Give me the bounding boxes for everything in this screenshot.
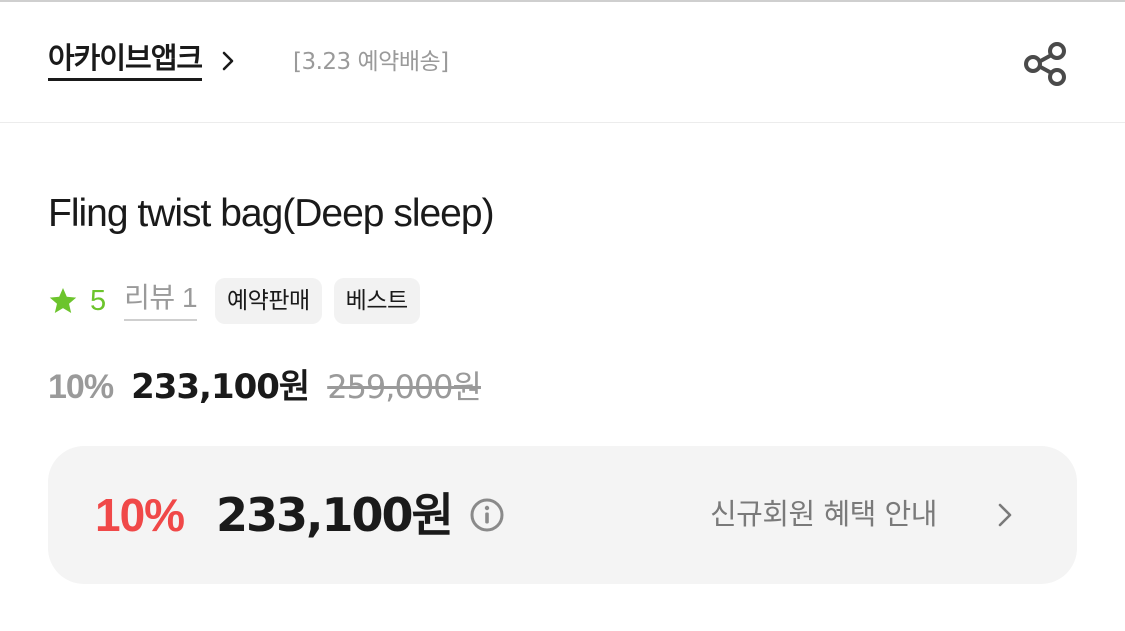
star-icon <box>48 286 78 316</box>
price-row: 10% 233,100원 259,000원 <box>48 362 482 412</box>
review-link[interactable]: 리뷰 1 <box>124 281 198 321</box>
badge-preorder: 예약판매 <box>215 278 322 324</box>
member-discount-rate: 10% <box>95 489 185 541</box>
original-price: 259,000원 <box>327 368 482 406</box>
info-icon[interactable] <box>469 497 505 533</box>
member-guide-link[interactable]: 신규회원 혜택 안내 <box>710 494 937 534</box>
header: 아카이브앱크 [3.23 예약배송] <box>0 2 1125 123</box>
brand-name[interactable]: 아카이브앱크 <box>48 40 203 81</box>
member-price: 233,100원 <box>216 488 454 542</box>
chevron-right-icon <box>996 501 1014 529</box>
chevron-right-icon <box>220 49 236 73</box>
brand-link[interactable]: 아카이브앱크 <box>48 40 236 81</box>
sale-price: 233,100원 <box>131 367 310 407</box>
brand-note: [3.23 예약배송] <box>293 49 449 75</box>
member-benefit-banner[interactable]: 10% 233,100원 신규회원 혜택 안내 <box>48 446 1077 584</box>
discount-rate: 10% <box>48 368 114 406</box>
badge-best: 베스트 <box>333 278 420 324</box>
product-title: Fling twist bag(Deep sleep) <box>48 192 495 235</box>
rating-score: 5 <box>90 285 107 317</box>
share-icon[interactable] <box>1020 38 1072 90</box>
rating-row: 5 리뷰 1 예약판매 베스트 <box>48 277 420 325</box>
